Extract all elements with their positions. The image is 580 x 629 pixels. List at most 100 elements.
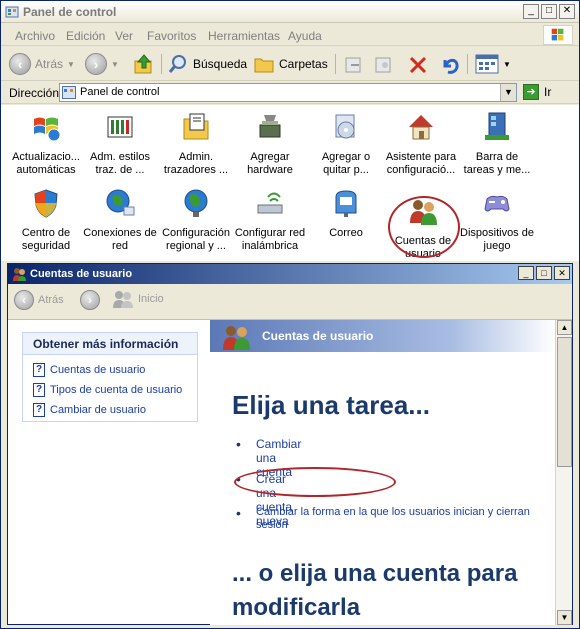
up-folder-button[interactable] [133,52,155,76]
user-accounts-icon [223,326,250,350]
folders-icon [254,58,274,73]
inner-forward-button[interactable]: › [80,290,100,310]
bullet-icon: • [236,505,241,521]
wireless-network-icon [257,192,283,214]
security-center-icon [34,189,58,218]
title-bar[interactable]: Panel de control _ □ ✕ [1,1,579,23]
back-dropdown-icon: ▼ [67,59,75,69]
back-arrow-icon: ‹ [14,290,34,310]
back-arrow-icon: ‹ [9,53,31,75]
address-field[interactable]: Panel de control ▼ [59,83,517,102]
link-switch-user[interactable]: ? Cambiar de usuario [33,403,146,417]
maximize-button[interactable]: □ [541,4,557,19]
menu-archivo[interactable]: Archivo [15,29,55,43]
network-connections-icon [106,189,135,216]
views-button[interactable]: ▼ [475,52,511,76]
address-bar: Dirección Panel de control ▼ ➔ Ir [1,82,579,104]
regional-settings-icon [184,189,208,217]
control-panel-items: Actualizacio... automáticas Adm. estilos… [1,105,579,261]
link-user-accounts[interactable]: ? Cuentas de usuario [33,363,145,377]
address-label: Dirección [9,86,60,100]
go-button[interactable]: ➔ Ir [523,84,551,100]
windows-logo-icon [543,25,573,45]
control-panel-small-icon [62,86,76,99]
folders-button[interactable]: Carpetas [253,52,328,76]
forward-dropdown-icon: ▼ [111,59,119,69]
create-account-highlight-ring [234,467,396,497]
toolbar: ‹ Atrás ▼ › ▼ Búsqueda Carpetas ▼ [1,47,579,81]
more-info-panel: Obtener más información ? Cuentas de usu… [22,332,198,422]
go-arrow-icon: ➔ [523,84,539,100]
tasks-band-title: Cuentas de usuario [262,329,374,343]
plotter-admin-icon [183,113,209,140]
menu-favoritos[interactable]: Favoritos [147,29,196,43]
inner-nav-bar: ‹ Atrás › Inicio [8,285,572,317]
cp-item-network-setup-wizard[interactable]: Asistente para configuració... [381,111,461,177]
inner-window-title: Cuentas de usuario [30,268,133,280]
inner-content: Obtener más información ? Cuentas de usu… [8,319,572,625]
cp-item-network-connections[interactable]: Conexiones de red [81,187,159,253]
minimize-button[interactable]: _ [523,4,539,19]
inner-back-button[interactable]: ‹ Atrás [14,290,64,310]
tasks-pane: Cuentas de usuario Elija una tarea... • … [210,320,555,625]
game-controllers-icon [484,195,510,212]
up-folder-icon [134,54,152,74]
menu-edicion[interactable]: Edición [66,29,105,43]
cp-item-add-remove-programs[interactable]: Agregar o quitar p... [307,111,385,177]
menu-herramientas[interactable]: Herramientas [208,29,280,43]
menu-ayuda[interactable]: Ayuda [288,29,322,43]
taskbar-icon [485,112,509,140]
help-icon: ? [33,363,45,377]
close-button[interactable]: ✕ [559,4,575,19]
inner-minimize-button[interactable]: _ [518,266,534,280]
cp-item-plotter-admin[interactable]: Admin. trazadores ... [157,111,235,177]
windows-update-icon [34,117,61,142]
vertical-scrollbar[interactable]: ▲ ▼ [555,320,572,625]
forward-button[interactable]: › ▼ [85,52,119,76]
views-dropdown-icon: ▼ [503,59,511,69]
forward-arrow-icon: › [80,290,100,310]
scroll-thumb[interactable] [557,337,572,467]
inner-home-button[interactable]: Inicio [112,290,164,308]
cp-item-regional-settings[interactable]: Configuración regional y ... [157,187,235,253]
copy-to-icon[interactable] [373,54,395,76]
cp-item-taskbar[interactable]: Barra de tareas y me... [459,111,535,177]
cp-item-print-styles[interactable]: Adm. estilos traz. de ... [81,111,159,177]
pick-account-heading: ... o elija una cuenta para modificarla [232,560,518,621]
inner-close-button[interactable]: ✕ [554,266,570,280]
user-accounts-highlight-ring [388,196,460,258]
home-users-icon [113,291,133,308]
user-accounts-small-icon [13,268,26,281]
network-setup-wizard-icon [409,115,433,140]
search-button[interactable]: Búsqueda [167,52,247,76]
inner-title-bar[interactable]: Cuentas de usuario _ □ ✕ [8,264,572,284]
scroll-up-arrow-icon[interactable]: ▲ [557,320,572,335]
scroll-down-arrow-icon[interactable]: ▼ [557,610,572,625]
cp-item-mail[interactable]: Correo [307,187,385,240]
add-hardware-icon [259,115,281,138]
delete-icon[interactable] [407,54,429,76]
mail-icon [335,190,357,217]
move-to-icon[interactable] [343,54,365,76]
address-dropdown-icon[interactable]: ▼ [500,84,516,101]
window-title: Panel de control [23,5,117,19]
bullet-icon: • [236,436,241,452]
control-panel-icon [5,6,19,18]
undo-icon[interactable] [439,54,461,76]
cp-item-wireless-network[interactable]: Configurar red inalámbrica [231,187,309,253]
back-button[interactable]: ‹ Atrás ▼ [9,52,75,76]
link-account-types[interactable]: ? Tipos de cuenta de usuario [33,383,182,397]
forward-arrow-icon: › [85,53,107,75]
cp-item-add-hardware[interactable]: Agregar hardware [231,111,309,177]
more-info-heading: Obtener más información [23,333,197,355]
inner-maximize-button[interactable]: □ [536,266,552,280]
help-icon: ? [33,403,45,417]
cp-item-game-controllers[interactable]: Dispositivos de juego [457,187,537,253]
search-icon [168,55,186,73]
cp-item-security-center[interactable]: Centro de seguridad [7,187,85,253]
menu-ver[interactable]: Ver [115,29,133,43]
pick-task-heading: Elija una tarea... [232,390,430,420]
cp-item-windows-update[interactable]: Actualizacio... automáticas [7,111,85,177]
add-remove-programs-icon [335,114,355,139]
views-icon [475,54,499,74]
